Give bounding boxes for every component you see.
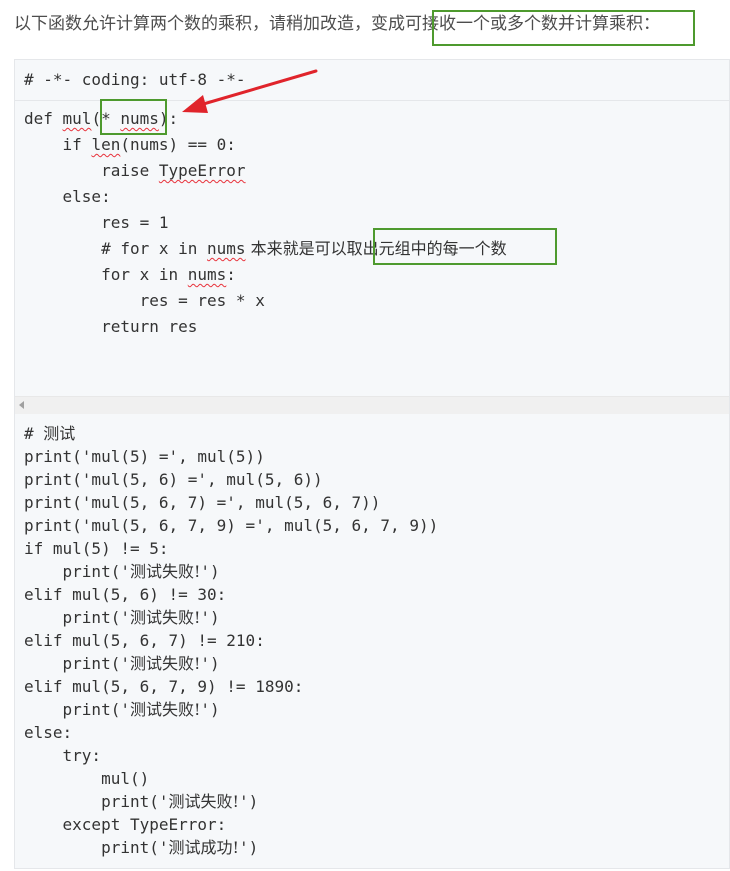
test-code-line: print('测试失败!'): [24, 608, 220, 627]
test-code-line: else:: [24, 723, 73, 742]
test-code-line: print('测试失败!'): [24, 562, 220, 581]
test-code-line: print('mul(5, 6, 7) =', mul(5, 6, 7)): [24, 493, 381, 512]
test-code-line: mul(): [24, 769, 150, 788]
test-code-line: if mul(5) != 5:: [24, 539, 169, 558]
test-code-block: # 测试 print('mul(5) =', mul(5)) print('mul(…: [14, 414, 730, 869]
test-code-line: print('mul(5, 6, 7, 9) =', mul(5, 6, 7, …: [24, 516, 439, 535]
test-code-line: elif mul(5, 6) != 30:: [24, 585, 227, 604]
test-code-line: try:: [24, 746, 102, 765]
test-code-line: print('测试失败!'): [24, 792, 259, 811]
test-code-line: print('mul(5) =', mul(5)): [24, 447, 265, 466]
test-code-line: print('测试失败!'): [24, 654, 220, 673]
test-code-line: elif mul(5, 6, 7) != 210:: [24, 631, 265, 650]
test-code-line: print('测试成功!'): [24, 838, 259, 857]
test-code-line: elif mul(5, 6, 7, 9) != 1890:: [24, 677, 304, 696]
test-code-line: # 测试: [24, 424, 76, 443]
test-code-line: except TypeError:: [24, 815, 227, 834]
test-code-line: print('测试失败!'): [24, 700, 220, 719]
test-code-line: print('mul(5, 6) =', mul(5, 6)): [24, 470, 323, 489]
